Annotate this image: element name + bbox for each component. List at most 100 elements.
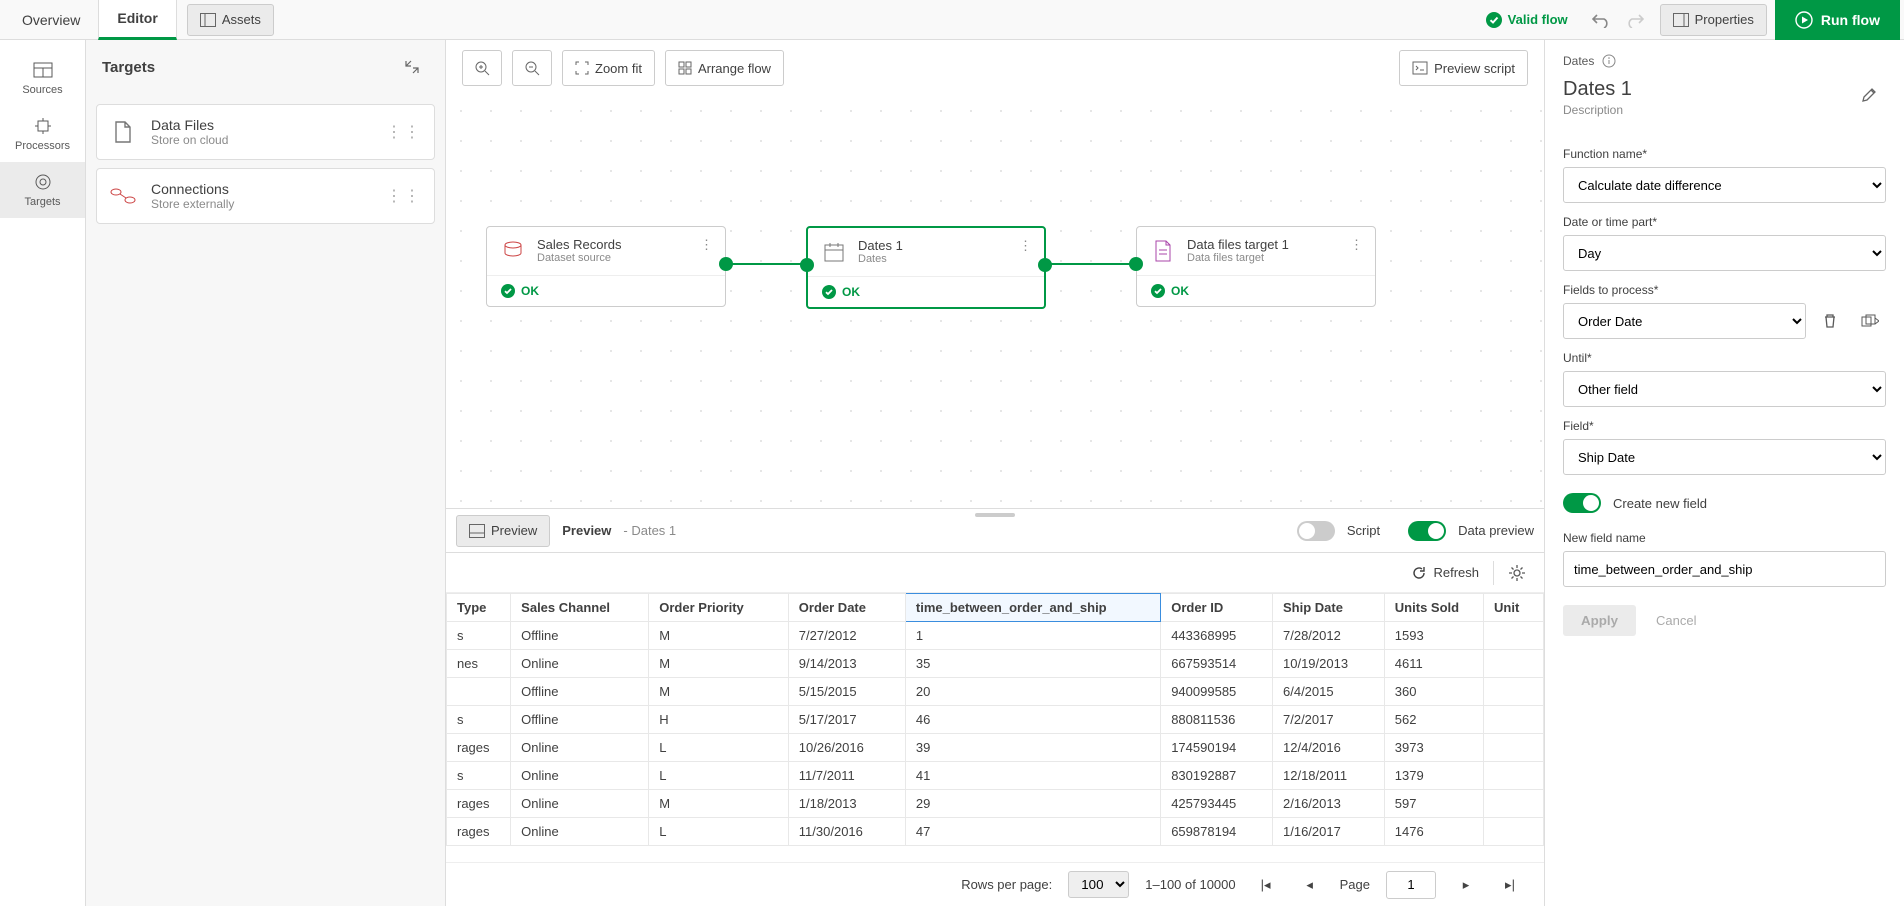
cell: 7/27/2012	[788, 622, 905, 650]
zoom-in-button[interactable]	[462, 50, 502, 86]
nav-sources[interactable]: Sources	[0, 50, 85, 106]
table-row[interactable]: ragesOnlineL11/30/2016476598781941/16/20…	[447, 818, 1544, 846]
undo-icon	[1592, 12, 1610, 28]
next-page-button[interactable]: ▸	[1452, 871, 1480, 899]
data-table[interactable]: TypeSales ChannelOrder PriorityOrder Dat…	[446, 593, 1544, 846]
col-header[interactable]: Sales Channel	[511, 594, 649, 622]
cell: 41	[905, 762, 1160, 790]
cell: M	[649, 678, 789, 706]
edit-title-button[interactable]	[1852, 78, 1886, 112]
preview-script-button[interactable]: Preview script	[1399, 50, 1528, 86]
table-row[interactable]: ragesOnlineM1/18/2013294257934452/16/201…	[447, 790, 1544, 818]
page-label: Page	[1340, 877, 1370, 892]
cell: L	[649, 762, 789, 790]
tab-editor[interactable]: Editor	[98, 0, 176, 40]
until-select[interactable]: Other field	[1563, 371, 1886, 407]
cell: 10/19/2013	[1273, 650, 1385, 678]
preview-button[interactable]: Preview	[456, 515, 550, 547]
cell: 1/16/2017	[1273, 818, 1385, 846]
horizontal-scrollbar[interactable]	[446, 846, 1544, 862]
col-header[interactable]: Ship Date	[1273, 594, 1385, 622]
node-dates-1[interactable]: Dates 1Dates ⋮ OK	[806, 226, 1046, 309]
cell: Online	[511, 818, 649, 846]
targets-panel: Targets Data Files Store on cloud ⋮⋮	[86, 40, 446, 906]
add-all-button[interactable]	[1854, 305, 1886, 337]
function-select[interactable]: Calculate date difference	[1563, 167, 1886, 203]
node-menu-button[interactable]: ⋮	[700, 237, 713, 253]
cell: rages	[447, 734, 511, 762]
drag-handle-icon[interactable]: ⋮⋮	[386, 122, 422, 142]
node-data-files-target[interactable]: Data files target 1Data files target ⋮ O…	[1136, 226, 1376, 307]
nav-targets[interactable]: Targets	[0, 162, 85, 218]
drag-handle-icon[interactable]: ⋮⋮	[386, 186, 422, 206]
node-menu-button[interactable]: ⋮	[1019, 238, 1032, 254]
col-header[interactable]: Unit	[1484, 594, 1544, 622]
col-header[interactable]: time_between_order_and_ship	[905, 594, 1160, 622]
table-row[interactable]: sOfflineH5/17/2017468808115367/2/2017562	[447, 706, 1544, 734]
first-page-button[interactable]: |◂	[1252, 871, 1280, 899]
target-card-connections[interactable]: Connections Store externally ⋮⋮	[96, 168, 435, 224]
collapse-panel-button[interactable]	[395, 50, 429, 84]
part-select[interactable]: Day	[1563, 235, 1886, 271]
properties-button[interactable]: Properties	[1660, 4, 1767, 36]
arrange-flow-button[interactable]: Arrange flow	[665, 50, 784, 86]
remove-field-button[interactable]	[1814, 305, 1846, 337]
cell	[447, 678, 511, 706]
col-header[interactable]: Units Sold	[1384, 594, 1483, 622]
cell: 360	[1384, 678, 1483, 706]
assets-button[interactable]: Assets	[187, 4, 274, 36]
table-row[interactable]: sOfflineM7/27/201214433689957/28/2012159…	[447, 622, 1544, 650]
cell: rages	[447, 818, 511, 846]
zoom-out-button[interactable]	[512, 50, 552, 86]
create-field-toggle[interactable]	[1563, 493, 1601, 513]
apply-button[interactable]: Apply	[1563, 605, 1636, 636]
cell: Offline	[511, 678, 649, 706]
zoom-out-icon	[524, 60, 540, 76]
col-header[interactable]: Order ID	[1161, 594, 1273, 622]
nav-processors[interactable]: Processors	[0, 106, 85, 162]
table-row[interactable]: nesOnlineM9/14/20133566759351410/19/2013…	[447, 650, 1544, 678]
table-row[interactable]: ragesOnlineL10/26/20163917459019412/4/20…	[447, 734, 1544, 762]
field-select[interactable]: Ship Date	[1563, 439, 1886, 475]
script-toggle[interactable]	[1297, 521, 1335, 541]
run-flow-button[interactable]: Run flow	[1775, 0, 1900, 40]
refresh-button[interactable]: Refresh	[1411, 565, 1479, 581]
cancel-button[interactable]: Cancel	[1656, 613, 1696, 628]
cell: 20	[905, 678, 1160, 706]
newname-input[interactable]	[1563, 551, 1886, 587]
col-header[interactable]: Order Date	[788, 594, 905, 622]
cell: 425793445	[1161, 790, 1273, 818]
table-row[interactable]: OfflineM5/15/2015209400995856/4/2015360	[447, 678, 1544, 706]
node-sales-records[interactable]: Sales RecordsDataset source ⋮ OK	[486, 226, 726, 307]
zoom-fit-button[interactable]: Zoom fit	[562, 50, 655, 86]
undo-button[interactable]	[1584, 3, 1618, 37]
last-page-button[interactable]: ▸|	[1496, 871, 1524, 899]
cell: rages	[447, 790, 511, 818]
info-icon[interactable]	[1602, 54, 1616, 68]
redo-button[interactable]	[1618, 3, 1652, 37]
inspector-panel: Dates Dates 1 Description Function name*…	[1544, 40, 1904, 906]
node-subtitle: Dates	[858, 253, 903, 265]
card-title: Data Files	[151, 117, 228, 133]
flow-canvas[interactable]: Sales RecordsDataset source ⋮ OK Dates 1…	[446, 96, 1544, 508]
tab-overview[interactable]: Overview	[4, 0, 98, 40]
cell	[1484, 706, 1544, 734]
col-header[interactable]: Order Priority	[649, 594, 789, 622]
main-tabs: Overview Editor	[4, 0, 177, 40]
data-preview-toggle[interactable]	[1408, 521, 1446, 541]
page-input[interactable]	[1386, 871, 1436, 899]
rows-per-page-select[interactable]: 100	[1068, 871, 1129, 898]
table-row[interactable]: sOnlineL11/7/20114183019288712/18/201113…	[447, 762, 1544, 790]
fields-select[interactable]: Order Date	[1563, 303, 1806, 339]
target-card-data-files[interactable]: Data Files Store on cloud ⋮⋮	[96, 104, 435, 160]
cell	[1484, 734, 1544, 762]
prev-page-button[interactable]: ◂	[1296, 871, 1324, 899]
settings-button[interactable]	[1508, 564, 1526, 582]
panel-title: Targets	[102, 59, 155, 76]
cell: M	[649, 790, 789, 818]
col-header[interactable]: Type	[447, 594, 511, 622]
node-title: Data files target 1	[1187, 237, 1289, 252]
node-menu-button[interactable]: ⋮	[1350, 237, 1363, 253]
connection-icon	[110, 186, 136, 206]
cell: s	[447, 622, 511, 650]
